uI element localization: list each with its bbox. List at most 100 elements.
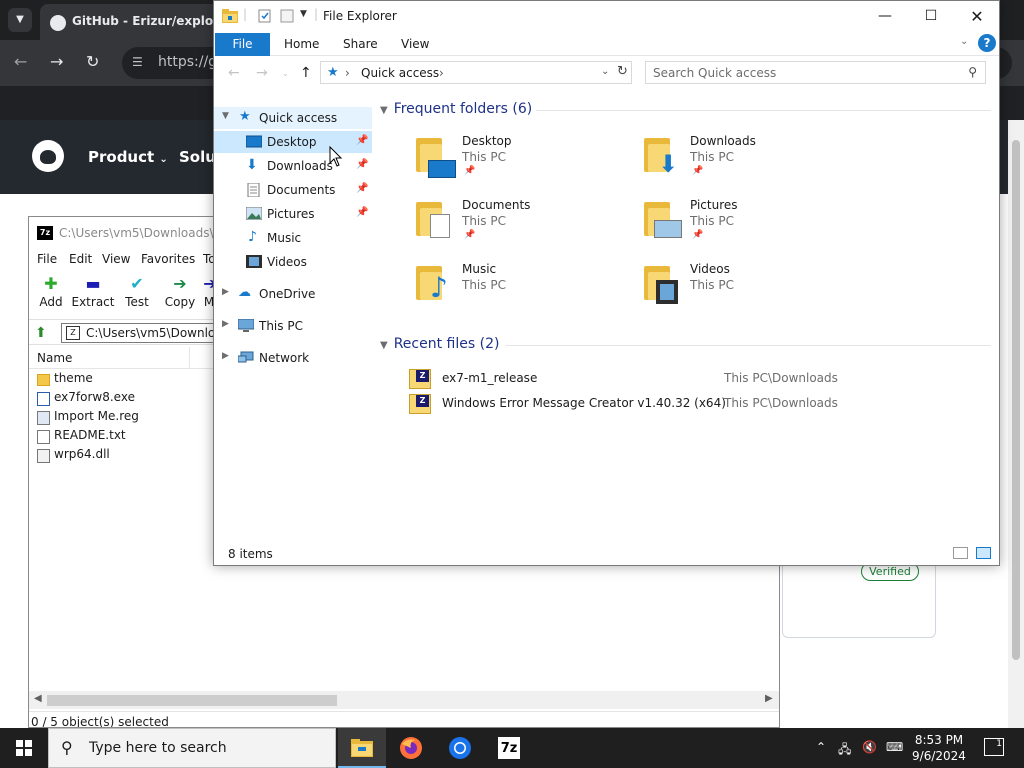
chevron-right-icon[interactable]: ▶ (222, 287, 229, 297)
column-separator[interactable] (189, 347, 190, 369)
recent-file-row[interactable]: Z Windows Error Message Creator v1.40.32… (409, 392, 989, 414)
ribbon-tab-view[interactable]: View (401, 37, 429, 51)
pin-icon[interactable]: 📌 (356, 135, 368, 146)
file-row[interactable]: theme (37, 371, 93, 390)
folder-tile-desktop[interactable]: Desktop This PC 📌 (416, 134, 636, 190)
new-folder-icon[interactable] (280, 9, 294, 23)
chrome-scrollbar[interactable] (1008, 120, 1024, 728)
volume-muted-icon[interactable]: 🔇 (862, 740, 877, 754)
ribbon-expand-icon[interactable]: ⌄ (960, 36, 968, 47)
tree-item-desktop[interactable]: Desktop 📌 (214, 131, 372, 153)
back-icon[interactable]: ← (14, 52, 27, 71)
up-icon[interactable]: ↑ (300, 65, 312, 81)
github-nav-product[interactable]: Product ⌄ (88, 148, 168, 166)
chevron-down-icon[interactable]: ▼ (380, 105, 388, 116)
file-row[interactable]: wrp64.dll (37, 447, 110, 466)
taskbar-chrome[interactable] (436, 728, 484, 768)
recent-file-row[interactable]: Z ex7-m1_release This PC\Downloads (409, 367, 989, 389)
close-button[interactable]: ✕ (954, 1, 1000, 32)
tree-item-this-pc[interactable]: ▶ This PC (214, 315, 372, 337)
back-icon[interactable]: ← (228, 65, 240, 81)
menu-edit[interactable]: Edit (69, 252, 92, 266)
file-row[interactable]: Import Me.reg (37, 409, 139, 428)
recent-locations-icon[interactable]: ⌄ (282, 69, 289, 78)
chevron-right-icon[interactable]: ▶ (222, 351, 229, 361)
chevron-down-icon[interactable]: ▼ (222, 111, 229, 121)
refresh-icon[interactable]: ↻ (617, 64, 628, 79)
file-row[interactable]: README.txt (37, 428, 126, 447)
folder-tile-documents[interactable]: Documents This PC 📌 (416, 198, 636, 254)
menu-view[interactable]: View (102, 252, 130, 266)
taskbar-search-box[interactable]: ⚲ Type here to search (48, 728, 336, 768)
pin-icon[interactable]: 📌 (356, 159, 368, 170)
ribbon-file-tab[interactable]: File (215, 33, 270, 56)
site-info-icon[interactable]: ☰ (132, 55, 148, 71)
chrome-scrollbar-thumb[interactable] (1012, 140, 1020, 660)
properties-icon[interactable] (258, 9, 272, 23)
extract-button[interactable]: ▬ Extract (71, 273, 115, 315)
sevenzip-horizontal-scrollbar[interactable]: ◀ ▶ (29, 691, 779, 709)
tree-item-downloads[interactable]: ⬇ Downloads 📌 (214, 155, 372, 177)
taskbar-firefox[interactable] (387, 728, 435, 768)
search-icon: ⚲ (968, 65, 977, 79)
clock-time: 8:53 PM (914, 733, 964, 747)
ribbon-tab-share[interactable]: Share (343, 37, 378, 51)
breadcrumb-chevron-icon[interactable]: › (439, 66, 444, 80)
menu-favorites[interactable]: Favorites (141, 252, 195, 266)
tree-item-music[interactable]: ♪ Music (214, 227, 372, 249)
folder-tile-downloads[interactable]: ⬇ Downloads This PC 📌 (644, 134, 864, 190)
tree-item-onedrive[interactable]: ▶ ☁ OneDrive (214, 283, 372, 305)
recent-files-header[interactable]: ▼ Recent files (2) (380, 336, 499, 352)
chevron-right-icon[interactable]: ▶ (222, 319, 229, 329)
up-folder-icon[interactable]: ⬆ (35, 325, 51, 341)
scroll-right-icon[interactable]: ▶ (765, 693, 773, 704)
maximize-button[interactable]: ☐ (908, 1, 954, 32)
taskbar-7zip[interactable]: 7z (485, 728, 533, 768)
copy-button[interactable]: ➔ Copy (158, 273, 202, 315)
taskbar-file-explorer[interactable] (338, 728, 386, 768)
ribbon-tab-home[interactable]: Home (284, 37, 319, 51)
folder-tile-music[interactable]: ♪ Music This PC (416, 262, 636, 318)
breadcrumb-quick-access[interactable]: Quick access (361, 66, 439, 80)
address-dropdown-icon[interactable]: ⌄ (601, 66, 609, 77)
taskbar-clock[interactable]: 8:53 PM 9/6/2024 (905, 732, 973, 764)
details-view-icon[interactable] (953, 547, 968, 559)
pin-icon[interactable]: 📌 (356, 183, 368, 194)
minimize-button[interactable]: — (862, 1, 908, 32)
check-icon: ✔ (130, 274, 144, 293)
folder-tile-pictures[interactable]: Pictures This PC 📌 (644, 198, 864, 254)
scroll-left-icon[interactable]: ◀ (34, 693, 42, 704)
help-button[interactable]: ? (978, 34, 996, 52)
scrollbar-thumb[interactable] (47, 695, 337, 706)
tree-item-quick-access[interactable]: ▼ ★ Quick access (214, 107, 372, 129)
breadcrumb-chevron-icon[interactable]: › (345, 66, 350, 80)
qat-customize-icon[interactable]: ▼ (300, 9, 307, 19)
chevron-down-icon[interactable]: ▼ (380, 340, 388, 351)
start-button[interactable] (16, 740, 32, 756)
large-icons-view-icon[interactable] (976, 547, 991, 559)
test-button[interactable]: ✔ Test (115, 273, 159, 315)
tree-item-videos[interactable]: Videos (214, 251, 372, 273)
explorer-address-bar[interactable]: ★ › Quick access › ⌄ ↻ (320, 61, 632, 84)
folder-tile-videos[interactable]: Videos This PC (644, 262, 864, 318)
github-logo-icon[interactable] (32, 140, 64, 172)
notification-center-icon[interactable]: 1 (984, 738, 1004, 756)
add-button[interactable]: ✚ Add (29, 273, 73, 315)
network-tray-icon[interactable]: 🖧 (838, 740, 851, 761)
chrome-tab[interactable]: GitHub - Erizur/explorer7- (40, 4, 240, 40)
tree-item-pictures[interactable]: Pictures 📌 (214, 203, 372, 225)
input-tray-icon[interactable]: ⌨ (886, 740, 903, 754)
file-row[interactable]: ex7forw8.exe (37, 390, 135, 409)
explorer-titlebar[interactable]: | ▼ | File Explorer — ☐ ✕ (214, 1, 999, 32)
tree-item-network[interactable]: ▶ Network (214, 347, 372, 369)
pin-icon[interactable]: 📌 (356, 207, 368, 218)
frequent-folders-header[interactable]: ▼ Frequent folders (6) (380, 101, 532, 117)
menu-file[interactable]: File (37, 252, 57, 266)
tab-search-dropdown[interactable]: ▼ (8, 8, 32, 32)
tree-item-documents[interactable]: Documents 📌 (214, 179, 372, 201)
explorer-search-input[interactable]: Search Quick access ⚲ (645, 61, 986, 84)
reload-icon[interactable]: ↻ (86, 52, 99, 71)
show-hidden-icons-icon[interactable]: ⌃ (816, 740, 826, 754)
forward-icon[interactable]: → (50, 52, 63, 71)
forward-icon[interactable]: → (256, 65, 268, 81)
